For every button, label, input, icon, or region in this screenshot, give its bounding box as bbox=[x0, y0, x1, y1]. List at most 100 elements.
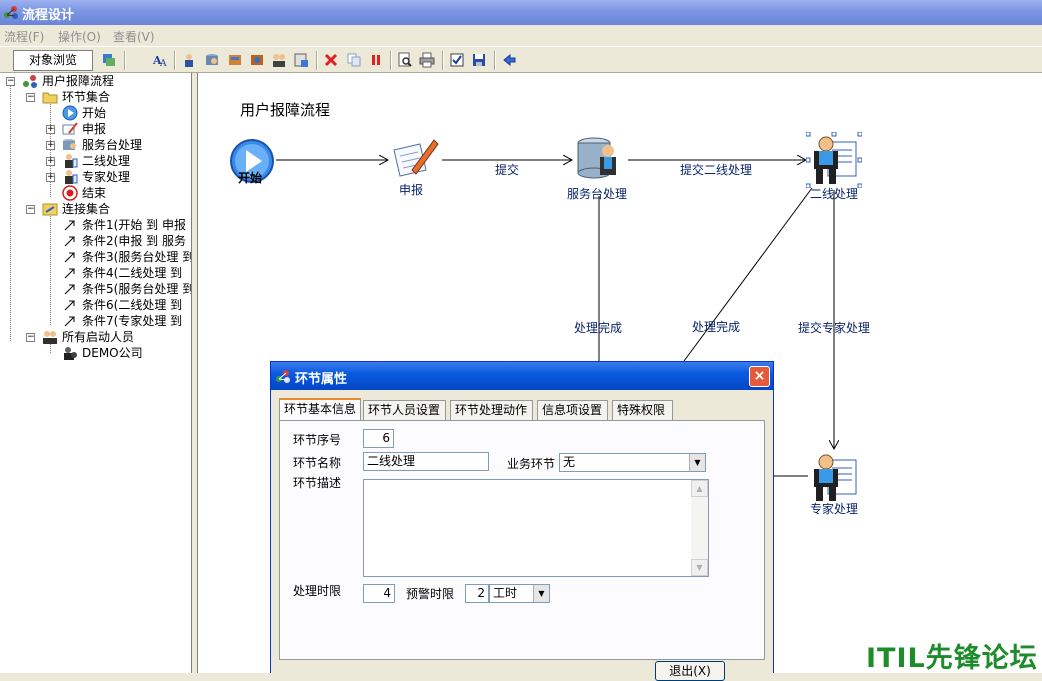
window-title: 流程设计 bbox=[22, 8, 75, 23]
font-icon[interactable]: AA bbox=[152, 52, 168, 68]
exit-button[interactable]: 退出(X) bbox=[655, 661, 725, 681]
node-icon-6[interactable] bbox=[293, 52, 309, 68]
collapse-toggle[interactable]: − bbox=[26, 205, 35, 214]
scroll-up-icon[interactable]: ▲ bbox=[691, 480, 708, 497]
organize-icon[interactable] bbox=[101, 52, 117, 68]
arrow-icon bbox=[64, 268, 75, 279]
expand-toggle[interactable]: + bbox=[46, 157, 55, 166]
edge-label-submit-expert: 提交专家处理 bbox=[798, 321, 871, 335]
arrow-icon bbox=[64, 220, 75, 231]
report-icon bbox=[62, 122, 78, 135]
arrow-icon bbox=[64, 252, 75, 263]
node-properties-dialog: 环节属性 × 环节基本信息 环节人员设置 环节处理动作 信息项设置 特殊权限 环… bbox=[270, 361, 774, 681]
folder-icon bbox=[42, 92, 58, 104]
stop-icon bbox=[62, 185, 78, 201]
dialog-titlebar[interactable]: 环节属性 × bbox=[271, 362, 773, 390]
edge-label-done-2: 处理完成 bbox=[692, 320, 741, 334]
arrow-icon bbox=[64, 284, 75, 295]
service-node-label: 服务台处理 bbox=[567, 187, 628, 201]
links-folder-icon bbox=[42, 203, 58, 216]
dropdown-arrow-icon[interactable]: ▼ bbox=[533, 585, 549, 602]
tree-node-label: 申报 bbox=[82, 122, 107, 136]
name-label: 环节名称 bbox=[293, 456, 342, 470]
tree-node-label: 开始 bbox=[82, 106, 107, 120]
tab-special-permissions[interactable]: 特殊权限 bbox=[612, 400, 673, 420]
node-icon-4[interactable] bbox=[249, 52, 265, 68]
toolbar-separator bbox=[494, 51, 496, 70]
report-node-icon[interactable] bbox=[390, 136, 440, 180]
second-node-icon[interactable] bbox=[806, 132, 862, 188]
desc-scrollbar[interactable]: ▲ ▼ bbox=[691, 480, 708, 576]
workflow-icon bbox=[23, 75, 37, 88]
menu-view[interactable]: 查看(V) bbox=[113, 28, 155, 45]
edge-label-submit: 提交 bbox=[495, 163, 520, 177]
delete-icon[interactable] bbox=[323, 52, 339, 68]
toolbar: 对象浏览 AA bbox=[0, 46, 1042, 73]
toolbar-separator bbox=[390, 51, 392, 70]
service-node-icon[interactable] bbox=[574, 135, 626, 185]
node-icon-3[interactable] bbox=[227, 52, 243, 68]
warn-field[interactable]: 2 bbox=[465, 584, 489, 603]
toolbar-separator bbox=[316, 51, 318, 70]
play-icon bbox=[62, 105, 78, 121]
dialog-title: 环节属性 bbox=[295, 372, 348, 387]
tab-personnel[interactable]: 环节人员设置 bbox=[363, 400, 446, 420]
collapse-toggle[interactable]: − bbox=[26, 333, 35, 342]
users-icon bbox=[43, 331, 57, 344]
edge-label-submit-second: 提交二线处理 bbox=[680, 163, 753, 177]
object-tree: − 用户报障流程 − 环节集合 开始 + 申报 + 服务台处理 + 二线处理 +… bbox=[0, 73, 192, 673]
collapse-toggle[interactable]: − bbox=[6, 77, 15, 86]
tree-people-label: DEMO公司 bbox=[82, 346, 143, 360]
tree-link-label: 条件3(服务台处理 到 bbox=[82, 250, 192, 264]
print-icon[interactable] bbox=[419, 52, 435, 68]
check-icon[interactable] bbox=[449, 52, 465, 68]
tree-root-label: 用户报障流程 bbox=[42, 74, 115, 88]
tree-line bbox=[50, 213, 51, 325]
limit-field[interactable]: 4 bbox=[363, 584, 395, 603]
pause-icon[interactable] bbox=[368, 52, 384, 68]
person-icon bbox=[65, 170, 78, 184]
menu-operate[interactable]: 操作(O) bbox=[58, 28, 101, 45]
menu-flow[interactable]: 流程(F) bbox=[4, 28, 44, 45]
object-browser-tab[interactable]: 对象浏览 bbox=[13, 50, 93, 71]
tree-link-label: 条件4(二线处理 到 bbox=[82, 266, 183, 280]
node-icon-2[interactable] bbox=[204, 52, 220, 68]
unit-select[interactable]: 工时 ▼ bbox=[489, 584, 550, 603]
tab-actions[interactable]: 环节处理动作 bbox=[450, 400, 533, 420]
window-titlebar: 流程设计 bbox=[0, 0, 1042, 25]
scroll-down-icon[interactable]: ▼ bbox=[691, 559, 708, 576]
tree-links-group-label: 连接集合 bbox=[62, 202, 111, 216]
expand-toggle[interactable]: + bbox=[46, 125, 55, 134]
collapse-toggle[interactable]: − bbox=[26, 93, 35, 102]
desc-field[interactable]: ▲ ▼ bbox=[363, 479, 709, 577]
forum-watermark: ITIL先锋论坛 bbox=[866, 643, 1038, 674]
tab-basic-info[interactable]: 环节基本信息 bbox=[279, 398, 361, 420]
dialog-icon bbox=[276, 370, 290, 383]
name-field[interactable]: 二线处理 bbox=[363, 452, 489, 471]
arrow-icon bbox=[64, 236, 75, 247]
tree-node-label: 结束 bbox=[82, 186, 107, 200]
copy-icon[interactable] bbox=[346, 52, 362, 68]
business-select[interactable]: 无 ▼ bbox=[559, 453, 706, 472]
expand-toggle[interactable]: + bbox=[46, 141, 55, 150]
dropdown-arrow-icon[interactable]: ▼ bbox=[689, 454, 705, 471]
node-icon-1[interactable] bbox=[181, 52, 197, 68]
menu-bar: 流程(F) 操作(O) 查看(V) bbox=[0, 25, 1042, 46]
tree-link-label: 条件6(二线处理 到 bbox=[82, 298, 183, 312]
business-label: 业务环节 bbox=[507, 457, 556, 471]
toolbar-separator bbox=[442, 51, 444, 70]
expand-toggle[interactable]: + bbox=[46, 173, 55, 182]
tab-info-items[interactable]: 信息项设置 bbox=[537, 400, 608, 420]
close-button[interactable]: × bbox=[749, 366, 770, 387]
edge-label-done-1: 处理完成 bbox=[574, 321, 623, 335]
tree-node-label: 二线处理 bbox=[82, 154, 131, 168]
preview-icon[interactable] bbox=[397, 52, 413, 68]
save-icon[interactable] bbox=[471, 52, 487, 68]
exit-icon[interactable] bbox=[501, 52, 517, 68]
desc-label: 环节描述 bbox=[293, 476, 342, 490]
app-icon bbox=[4, 6, 18, 19]
node-icon-5[interactable] bbox=[271, 52, 287, 68]
expert-node-icon[interactable] bbox=[810, 452, 860, 502]
seq-field[interactable]: 6 bbox=[363, 429, 394, 448]
warn-label: 预警时限 bbox=[406, 587, 455, 601]
